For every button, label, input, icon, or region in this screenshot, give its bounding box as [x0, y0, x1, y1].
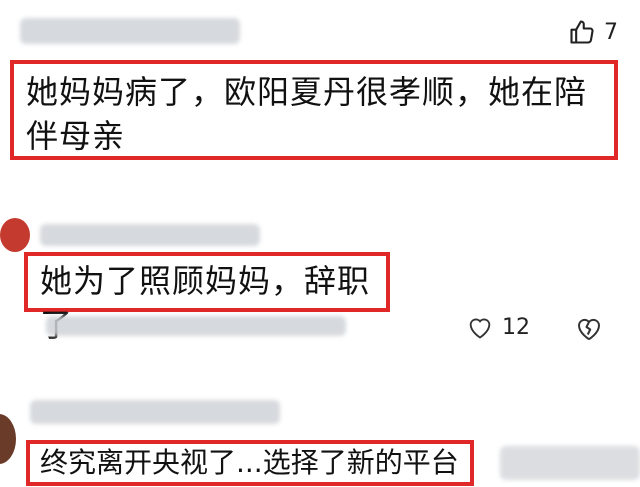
comment-text: 她妈妈病了，欧阳夏丹很孝顺，她在陪伴母亲 — [26, 73, 588, 155]
thumbs-up-icon[interactable] — [568, 18, 596, 46]
avatar[interactable] — [0, 218, 30, 252]
broken-heart-icon[interactable] — [574, 314, 604, 342]
highlighted-comment-box: 终究离开央视了...选择了新的平台 — [26, 440, 474, 486]
redacted-area — [500, 446, 640, 480]
like-control[interactable]: 7 — [568, 18, 618, 46]
like-count: 12 — [502, 314, 530, 340]
comment-text: 终究离开央视了...选择了新的平台 — [40, 446, 459, 479]
username-redacted — [40, 224, 260, 246]
like-count: 7 — [604, 19, 618, 45]
timestamp-redacted — [46, 316, 346, 336]
username-redacted — [20, 18, 240, 44]
highlighted-comment-box: 她为了照顾妈妈，辞职了 — [24, 252, 390, 344]
like-control[interactable]: 12 — [466, 314, 530, 340]
avatar[interactable] — [0, 414, 16, 464]
highlighted-comment-box: 她妈妈病了，欧阳夏丹很孝顺，她在陪伴母亲 — [10, 60, 618, 160]
username-redacted — [30, 400, 280, 424]
heart-outline-icon[interactable] — [466, 314, 494, 340]
